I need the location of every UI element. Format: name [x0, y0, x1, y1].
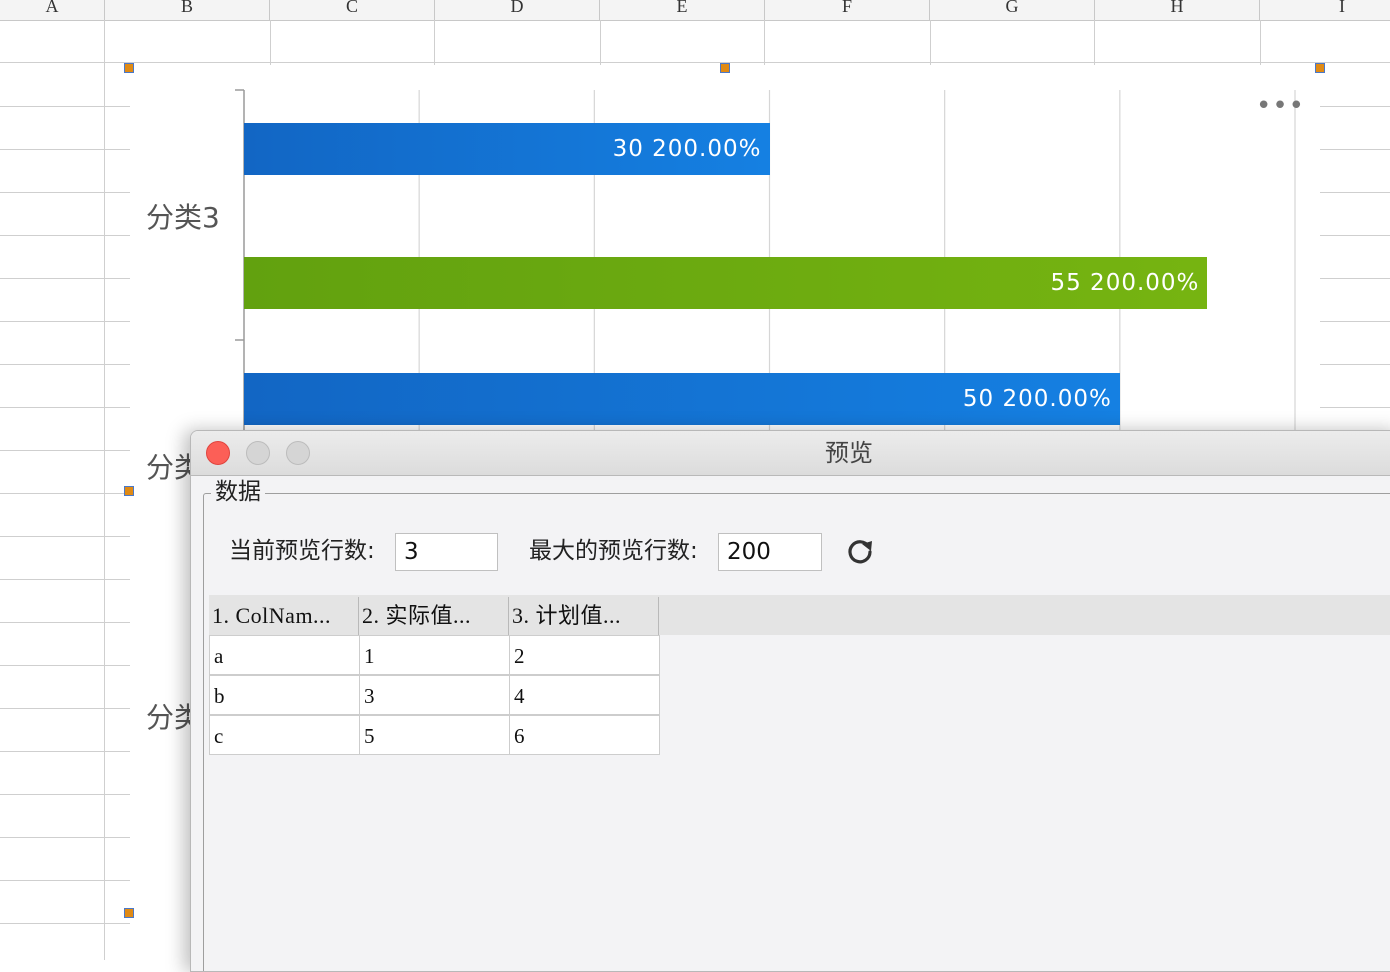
gridline-horizontal [0, 235, 130, 236]
gridline-vertical [1260, 20, 1261, 65]
gridline-horizontal [0, 837, 130, 838]
gridline-horizontal [0, 794, 130, 795]
column-header-actual[interactable]: 2. 实际值... [359, 597, 509, 635]
column-header-a[interactable]: A [0, 0, 105, 20]
resize-handle-middle-left[interactable] [124, 486, 134, 496]
table-cell[interactable]: 1 [359, 635, 510, 675]
gridline-horizontal [0, 622, 130, 623]
preview-dialog: 预览 数据 当前预览行数: 最大的预览行数: 1. ColNam... 2. 实… [190, 430, 1390, 972]
gridline-horizontal [0, 192, 130, 193]
gridline-horizontal [1320, 364, 1390, 365]
dialog-title: 预览 [825, 439, 873, 467]
column-header-e[interactable]: E [600, 0, 765, 20]
resize-handle-top-center[interactable] [720, 63, 730, 73]
table-cell[interactable]: 5 [359, 715, 510, 755]
resize-handle-top-left[interactable] [124, 63, 134, 73]
gridline-vertical [434, 20, 435, 65]
gridline-horizontal [0, 321, 130, 322]
gridline-horizontal [1320, 278, 1390, 279]
gridline-horizontal [1320, 407, 1390, 408]
column-header-b[interactable]: B [105, 0, 270, 20]
gridline-horizontal [1320, 321, 1390, 322]
gridline-vertical [104, 20, 105, 960]
gridline-horizontal [0, 364, 130, 365]
table-cell[interactable]: b [209, 675, 360, 715]
column-header-colname[interactable]: 1. ColNam... [209, 597, 359, 635]
gridline-horizontal [0, 493, 130, 494]
bar-data-label: 55 200.00% [1050, 270, 1200, 296]
gridline-horizontal [0, 62, 1390, 63]
gridline-horizontal [1320, 192, 1390, 193]
category-label-1: 分类3 [146, 201, 220, 234]
column-header-d[interactable]: D [435, 0, 600, 20]
gridline-horizontal [0, 880, 130, 881]
bar-data-label: 30 200.00% [612, 136, 762, 162]
column-header-i[interactable]: I [1260, 0, 1390, 20]
table-cell[interactable]: a [209, 635, 360, 675]
more-horizontal-icon[interactable]: ••• [1256, 93, 1305, 119]
gridline-horizontal [0, 450, 130, 451]
bar-data-label: 50 200.00% [962, 386, 1112, 412]
resize-handle-top-right[interactable] [1315, 63, 1325, 73]
column-header-c[interactable]: C [270, 0, 435, 20]
groupbox-title: 数据 [211, 477, 265, 507]
gridline-horizontal [0, 665, 130, 666]
gridline-horizontal [0, 278, 130, 279]
bar-series-1[interactable]: 30 200.00% [244, 123, 770, 175]
gridline-vertical [1094, 20, 1095, 65]
current-rows-input[interactable] [395, 533, 498, 571]
gridline-horizontal [0, 751, 130, 752]
resize-handle-bottom-left[interactable] [124, 908, 134, 918]
column-header-plan[interactable]: 3. 计划值... [509, 597, 659, 635]
table-cell[interactable]: 2 [509, 635, 660, 675]
bar-series-2[interactable]: 55 200.00% [244, 257, 1208, 309]
gridline-horizontal [1320, 149, 1390, 150]
current-rows-label: 当前预览行数: [229, 538, 375, 564]
gridline-vertical [270, 20, 271, 65]
gridline-horizontal [0, 106, 130, 107]
column-header-g[interactable]: G [930, 0, 1095, 20]
column-header-f[interactable]: F [765, 0, 930, 20]
gridline-horizontal [0, 149, 130, 150]
table-cell[interactable]: 3 [359, 675, 510, 715]
bar-series-3[interactable]: 50 200.00% [244, 373, 1120, 425]
gridline-horizontal [1320, 235, 1390, 236]
column-header-h[interactable]: H [1095, 0, 1260, 20]
gridline-horizontal [0, 708, 130, 709]
gridline-horizontal [0, 407, 130, 408]
gridline-vertical [764, 20, 765, 65]
gridline-horizontal [0, 536, 130, 537]
column-header-row: A B C D E F G H I [0, 0, 1390, 21]
table-cell[interactable]: 6 [509, 715, 660, 755]
max-rows-input[interactable] [718, 533, 822, 571]
dialog-titlebar[interactable]: 预览 [191, 431, 1390, 476]
gridline-horizontal [0, 923, 130, 924]
gridline-vertical [600, 20, 601, 65]
max-rows-label: 最大的预览行数: [529, 538, 698, 564]
refresh-icon[interactable] [845, 537, 875, 567]
table-cell[interactable]: c [209, 715, 360, 755]
gridline-vertical [930, 20, 931, 65]
gridline-horizontal [1320, 106, 1390, 107]
gridline-horizontal [0, 579, 130, 580]
table-cell[interactable]: 4 [509, 675, 660, 715]
